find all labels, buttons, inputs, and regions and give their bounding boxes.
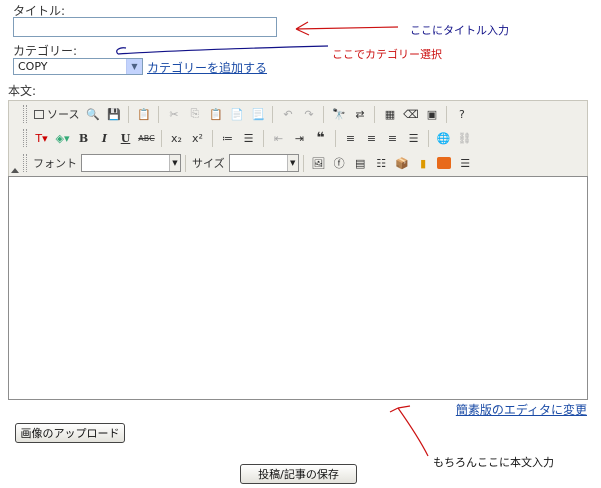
toolbar-separator xyxy=(374,105,376,123)
link-icon[interactable]: 🌐 xyxy=(433,128,454,148)
chevron-down-icon[interactable]: ▼ xyxy=(286,155,298,171)
font-select[interactable]: ▼ xyxy=(81,154,181,172)
align-right-icon[interactable]: ≡ xyxy=(382,128,403,148)
au-emoji-icon[interactable] xyxy=(434,153,455,173)
category-selected-value: COPY xyxy=(18,60,48,73)
table-icon[interactable]: ▤ xyxy=(350,153,371,173)
italic-label: I xyxy=(101,131,108,145)
indent-icon[interactable]: ⇥ xyxy=(289,128,310,148)
underline-label: U xyxy=(120,131,131,145)
help-icon[interactable]: ? xyxy=(451,104,472,124)
paste-word-icon[interactable]: 📃 xyxy=(247,104,268,124)
toolbar-separator xyxy=(272,105,274,123)
copy-icon[interactable]: ⎘ xyxy=(184,104,205,124)
save-post-button[interactable]: 投稿/記事の保存 xyxy=(240,464,357,484)
show-blocks-icon[interactable]: ▣ xyxy=(421,104,442,124)
toolbar-separator xyxy=(158,105,160,123)
toolbar-separator xyxy=(428,129,429,147)
font-label: フォント xyxy=(33,157,77,170)
toolbar-separator xyxy=(185,154,186,172)
toolbar-separator xyxy=(263,129,264,147)
title-input[interactable] xyxy=(13,17,277,37)
category-arrow xyxy=(116,45,329,55)
paste-icon[interactable]: 📋 xyxy=(205,104,226,124)
select-all-icon[interactable]: ▦ xyxy=(379,104,400,124)
toolbar-grip[interactable] xyxy=(23,129,27,147)
chevron-down-icon[interactable]: ▼ xyxy=(169,155,180,171)
unlink-icon[interactable]: ⛓ xyxy=(454,128,475,148)
toolbar-separator xyxy=(446,105,448,123)
toolbar-grip[interactable] xyxy=(23,105,27,123)
redo-icon[interactable]: ↷ xyxy=(298,104,319,124)
body-editor[interactable] xyxy=(8,176,588,400)
source-icon xyxy=(34,109,44,119)
special-char-icon[interactable]: 📦 xyxy=(392,153,413,173)
body-annotation: もちろんここに本文入力 xyxy=(433,456,554,469)
toolbar-separator xyxy=(302,154,304,172)
cut-icon[interactable]: ✂ xyxy=(163,104,184,124)
source-label: ソース xyxy=(47,108,80,121)
flash-icon[interactable]: ⓕ xyxy=(329,153,350,173)
superscript-label: x² xyxy=(192,131,203,145)
toolbar-separator xyxy=(161,129,162,147)
strike-label: ABC xyxy=(138,133,155,143)
size-select[interactable]: ▼ xyxy=(228,154,299,172)
simple-editor-link[interactable]: 簡素版のエディタに変更 xyxy=(456,401,587,418)
category-annotation: ここでカテゴリー選択 xyxy=(332,48,442,61)
category-label: カテゴリー: xyxy=(13,44,78,58)
toolbar-separator xyxy=(335,129,336,147)
title-annotation: ここにタイトル入力 xyxy=(410,24,509,37)
size-label: サイズ xyxy=(192,157,225,170)
align-left-icon[interactable]: ≡ xyxy=(340,128,361,148)
text-color-icon[interactable]: T▾ xyxy=(31,128,52,148)
justify-icon[interactable]: ☰ xyxy=(403,128,424,148)
toolbar-row-1: ソース 🔍 💾 📋 ✂ ⎘ 📋 📄 📃 ↶ ↷ 🔭 ⇄ ▦ ⌫ ▣ ? xyxy=(23,103,472,125)
toolbar-separator xyxy=(128,105,130,123)
toolbar-row-2: T▾ ◈▾ B I U ABC x₂ x² ≔ ☰ ⇤ ⇥ ❝ ≡ ≡ ≡ ☰ … xyxy=(23,127,475,149)
upload-image-button[interactable]: 画像のアップロード xyxy=(15,423,125,443)
preview-icon[interactable]: 🔍 xyxy=(82,104,103,124)
subscript-label: x₂ xyxy=(171,131,182,145)
bold-button[interactable]: B xyxy=(73,128,94,148)
numbered-list-icon[interactable]: ≔ xyxy=(217,128,238,148)
paste-text-icon[interactable]: 📄 xyxy=(226,104,247,124)
save-icon[interactable]: 💾 xyxy=(103,104,124,124)
source-button[interactable]: ソース xyxy=(31,104,82,124)
find-icon[interactable]: 🔭 xyxy=(328,104,349,124)
bold-label: B xyxy=(78,131,89,145)
toolbar-row-3: フォント ▼ サイズ ▼ 🖼 ⓕ ▤ ☷ 📦 ▮ ☰ xyxy=(23,152,476,174)
title-arrow xyxy=(295,21,399,36)
italic-button[interactable]: I xyxy=(94,128,115,148)
au-badge-icon xyxy=(437,157,452,169)
add-category-link[interactable]: カテゴリーを追加する xyxy=(147,59,267,76)
underline-button[interactable]: U xyxy=(115,128,136,148)
strike-button[interactable]: ABC xyxy=(136,128,157,148)
upload-image-label: 画像のアップロード xyxy=(20,427,120,440)
collapse-toolbar-icon[interactable] xyxy=(11,168,19,173)
subscript-button[interactable]: x₂ xyxy=(166,128,187,148)
category-select[interactable]: COPY ▼ xyxy=(13,58,143,75)
body-label: 本文: xyxy=(8,84,37,98)
save-post-label: 投稿/記事の保存 xyxy=(258,468,339,481)
bullet-list-icon[interactable]: ☰ xyxy=(238,128,259,148)
bg-color-icon[interactable]: ◈▾ xyxy=(52,128,73,148)
chevron-down-icon[interactable]: ▼ xyxy=(126,59,142,74)
remove-format-icon[interactable]: ⌫ xyxy=(400,104,421,124)
blockquote-icon[interactable]: ❝ xyxy=(310,128,331,148)
page-break-icon[interactable]: ☰ xyxy=(455,153,476,173)
smiley-icon[interactable]: ▮ xyxy=(413,153,434,173)
toolbar-separator xyxy=(323,105,325,123)
toolbar-separator xyxy=(212,129,213,147)
toolbar-grip[interactable] xyxy=(23,154,27,172)
replace-icon[interactable]: ⇄ xyxy=(349,104,370,124)
undo-icon[interactable]: ↶ xyxy=(277,104,298,124)
superscript-button[interactable]: x² xyxy=(187,128,208,148)
image-icon[interactable]: 🖼 xyxy=(308,153,329,173)
align-center-icon[interactable]: ≡ xyxy=(361,128,382,148)
outdent-icon[interactable]: ⇤ xyxy=(268,128,289,148)
body-arrow xyxy=(389,405,429,457)
templates-icon[interactable]: 📋 xyxy=(133,104,154,124)
horizontal-rule-icon[interactable]: ☷ xyxy=(371,153,392,173)
